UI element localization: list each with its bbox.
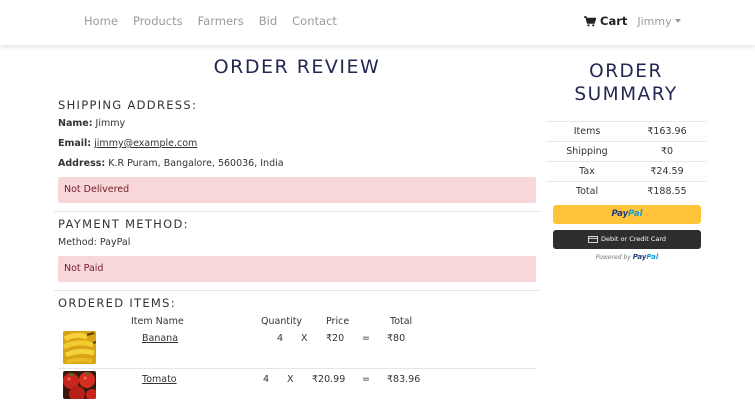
item-name-banana[interactable]: Banana <box>142 333 178 344</box>
chevron-down-icon <box>674 19 681 23</box>
paypal-button[interactable]: PayPal <box>553 205 701 224</box>
powered-by-paypal: Powered by PayPal <box>553 253 701 261</box>
cart-icon <box>584 15 596 26</box>
shipping-address-line: Address: K.R Puram, Bangalore, 560036, I… <box>58 158 284 169</box>
item-total: ₹83.96 <box>387 374 421 385</box>
summary-row-shipping: Shipping ₹0 <box>546 141 706 161</box>
payment-status-alert: Not Paid <box>58 256 536 282</box>
nav-link-bid[interactable]: Bid <box>259 14 277 28</box>
shipping-heading: SHIPPING ADDRESS: <box>58 98 198 112</box>
summary-value: ₹0 <box>660 146 674 157</box>
item-qty: 4 <box>277 333 284 344</box>
nav-link-products[interactable]: Products <box>133 14 183 28</box>
summary-value: ₹24.59 <box>650 166 684 177</box>
paypal-logo-pay: Pay <box>611 209 629 219</box>
navbar: Home Products Farmers Bid Contact Cart J… <box>0 0 755 45</box>
shipping-name: Jimmy <box>95 118 126 129</box>
summary-label: Items <box>573 126 601 137</box>
page-title: ORDER REVIEW <box>213 56 381 78</box>
column-header-total: Total <box>390 316 413 327</box>
summary-row-total: Total ₹188.55 <box>546 181 706 201</box>
delivery-status-alert: Not Delivered <box>58 177 536 203</box>
equals-sign: = <box>362 333 370 344</box>
powered-pay: Pay <box>632 253 647 261</box>
card-button-label: Debit or Credit Card <box>600 235 667 243</box>
shipping-address: K.R Puram, Bangalore, 560036, India <box>108 158 284 169</box>
name-label: Name: <box>58 118 93 129</box>
debit-credit-card-button[interactable]: Debit or Credit Card <box>553 230 701 249</box>
email-link[interactable]: jimmy@example.com <box>94 138 197 149</box>
column-header-price: Price <box>326 316 350 327</box>
item-price: ₹20.99 <box>312 374 346 385</box>
paypal-logo-pal: Pal <box>628 209 643 219</box>
shipping-email-line: Email: jimmy@example.com <box>58 138 197 149</box>
payment-method: Method: PayPal <box>58 237 131 248</box>
summary-value: ₹188.55 <box>647 186 687 197</box>
summary-row-items: Items ₹163.96 <box>546 121 706 141</box>
summary-label: Shipping <box>566 146 608 157</box>
item-qty: 4 <box>263 374 270 385</box>
summary-label: Total <box>575 186 599 197</box>
divider <box>58 368 536 369</box>
divider <box>54 290 540 291</box>
nav-link-farmers[interactable]: Farmers <box>198 14 244 28</box>
item-name-tomato[interactable]: Tomato <box>142 374 177 385</box>
equals-sign: = <box>362 374 370 385</box>
summary-value: ₹163.96 <box>647 126 687 137</box>
divider <box>54 211 540 212</box>
column-header-quantity: Quantity <box>261 316 303 327</box>
summary-title: ORDER SUMMARY <box>546 60 706 106</box>
summary-row-tax: Tax ₹24.59 <box>546 161 706 181</box>
powered-pal: Pal <box>646 253 659 261</box>
email-label: Email: <box>58 138 92 149</box>
tomato-image[interactable] <box>63 371 96 399</box>
powered-paypal-logo: PayPal <box>633 253 659 261</box>
payment-heading: PAYMENT METHOD: <box>58 217 189 231</box>
column-header-item-name: Item Name <box>131 316 184 327</box>
summary-title-line1: ORDER <box>589 61 663 82</box>
address-label: Address: <box>58 158 106 169</box>
cart-link[interactable]: Cart <box>584 14 627 28</box>
shipping-name-line: Name: Jimmy <box>58 118 125 129</box>
item-price: ₹20 <box>326 333 345 344</box>
items-heading: ORDERED ITEMS: <box>58 296 176 310</box>
nav-link-home[interactable]: Home <box>84 14 118 28</box>
multiply-sign: X <box>287 374 294 385</box>
user-dropdown[interactable]: Jimmy <box>637 14 681 28</box>
summary-title-line2: SUMMARY <box>574 84 678 105</box>
cart-label: Cart <box>600 14 628 28</box>
banana-image[interactable] <box>63 331 96 364</box>
summary-label: Tax <box>579 166 595 177</box>
credit-card-icon <box>588 235 598 243</box>
multiply-sign: X <box>301 333 308 344</box>
nav-right: Cart Jimmy <box>584 14 681 28</box>
item-total: ₹80 <box>387 333 406 344</box>
user-name: Jimmy <box>637 14 672 28</box>
powered-prefix: Powered by <box>595 254 631 261</box>
nav-links: Home Products Farmers Bid Contact <box>84 14 352 28</box>
nav-link-contact[interactable]: Contact <box>292 14 337 28</box>
